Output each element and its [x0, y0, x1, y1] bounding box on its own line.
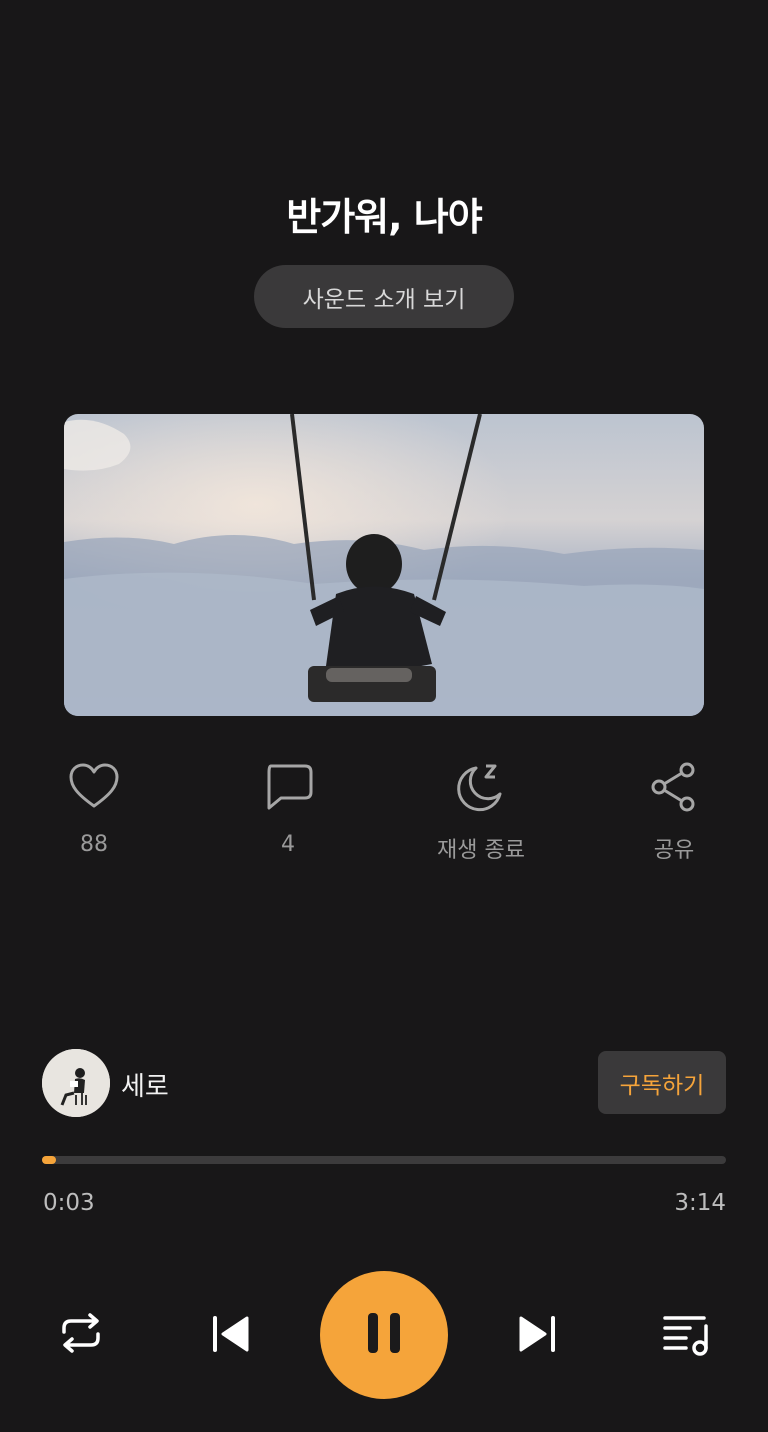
sleep-timer-button[interactable]: 재생 종료	[411, 760, 551, 864]
next-icon	[515, 1311, 561, 1361]
total-time: 3:14	[674, 1190, 726, 1216]
share-button[interactable]: 공유	[604, 760, 744, 864]
subscribe-button[interactable]: 구독하기	[598, 1051, 726, 1114]
pause-icon	[362, 1309, 406, 1361]
cover-image	[64, 414, 704, 716]
comment-button[interactable]: 4	[218, 760, 358, 857]
comment-count: 4	[281, 832, 295, 857]
moon-sleep-icon	[454, 760, 508, 818]
share-label: 공유	[653, 838, 695, 863]
repeat-button[interactable]	[52, 1306, 110, 1364]
sound-intro-button[interactable]: 사운드 소개 보기	[254, 265, 514, 328]
sleep-timer-label: 재생 종료	[437, 838, 525, 863]
progress-fill	[42, 1156, 56, 1164]
creator-name[interactable]: 세로	[121, 1066, 169, 1103]
previous-icon	[207, 1311, 253, 1361]
share-icon	[647, 760, 701, 818]
repeat-icon	[56, 1308, 106, 1362]
action-bar: 88 4 재생 종료 공유	[0, 760, 768, 863]
play-pause-button[interactable]	[320, 1271, 448, 1399]
comment-icon	[261, 760, 315, 818]
next-button[interactable]	[512, 1310, 564, 1362]
heart-icon	[67, 760, 121, 818]
like-count: 88	[80, 832, 108, 857]
playlist-icon	[660, 1308, 712, 1364]
current-time: 0:03	[43, 1190, 95, 1216]
creator-row: 세로 구독하기	[42, 1048, 726, 1118]
like-button[interactable]: 88	[24, 760, 164, 857]
avatar[interactable]	[42, 1049, 110, 1117]
page-title: 반가워, 나야	[286, 195, 482, 239]
progress-bar[interactable]	[42, 1156, 726, 1164]
playlist-button[interactable]	[658, 1308, 714, 1364]
previous-button[interactable]	[204, 1310, 256, 1362]
